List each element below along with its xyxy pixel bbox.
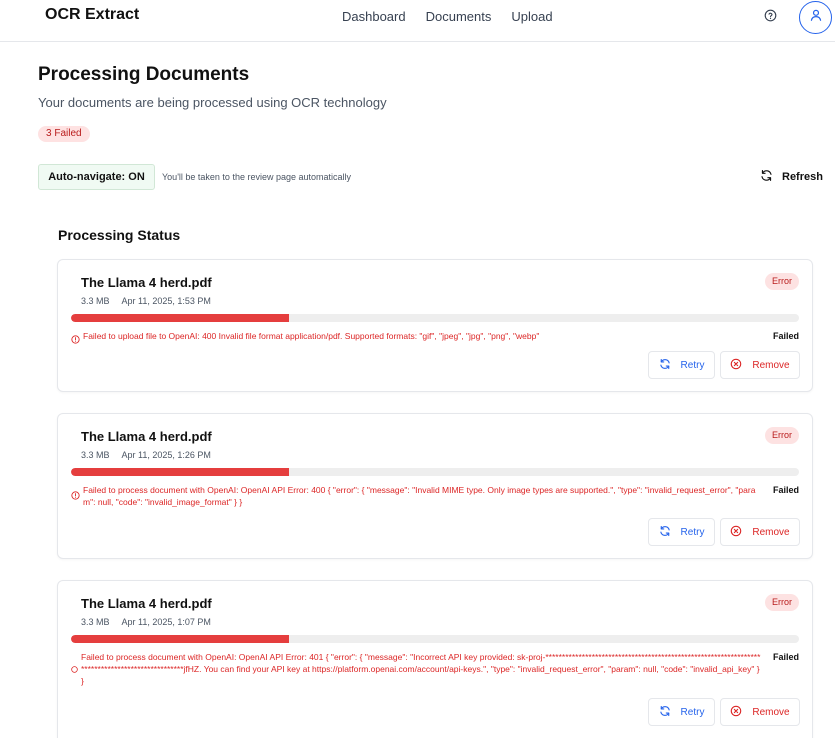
progress-bar	[71, 314, 799, 322]
refresh-label: Refresh	[782, 171, 823, 183]
error-message: Failed to upload file to OpenAI: 400 Inv…	[83, 331, 540, 341]
alert-circle-icon	[71, 331, 80, 349]
user-icon	[809, 8, 823, 27]
retry-label: Retry	[680, 359, 705, 371]
document-name: The Llama 4 herd.pdf	[81, 275, 212, 290]
retry-icon	[659, 358, 671, 373]
document-meta: 3.3 MB Apr 11, 2025, 1:07 PM	[81, 617, 211, 627]
status-label: Failed	[772, 652, 799, 662]
retry-button[interactable]: Retry	[648, 698, 715, 726]
nav-documents[interactable]: Documents	[426, 9, 492, 24]
document-name: The Llama 4 herd.pdf	[81, 596, 212, 611]
error-badge: Error	[765, 427, 799, 444]
remove-x-circle-icon	[730, 358, 742, 373]
progress-fill	[71, 314, 290, 322]
retry-label: Retry	[680, 706, 705, 718]
document-card: The Llama 4 herd.pdf 3.3 MB Apr 11, 2025…	[57, 413, 813, 559]
document-name: The Llama 4 herd.pdf	[81, 429, 212, 444]
document-card: The Llama 4 herd.pdf 3.3 MB Apr 11, 2025…	[57, 580, 813, 738]
error-badge: Error	[765, 594, 799, 611]
document-date: Apr 11, 2025, 1:53 PM	[121, 296, 211, 306]
failed-count-badge: 3 Failed	[38, 126, 90, 142]
document-meta: 3.3 MB Apr 11, 2025, 1:53 PM	[81, 296, 211, 306]
error-message-row: Failed to process document with OpenAI: …	[71, 484, 761, 508]
document-meta: 3.3 MB Apr 11, 2025, 1:26 PM	[81, 450, 211, 460]
remove-label: Remove	[752, 526, 790, 538]
remove-x-circle-icon	[730, 525, 742, 540]
progress-fill	[71, 468, 290, 476]
refresh-icon	[760, 169, 773, 185]
main-nav: Dashboard Documents Upload	[342, 9, 553, 24]
nav-upload[interactable]: Upload	[511, 9, 552, 24]
auto-navigate-note: You'll be taken to the review page autom…	[162, 172, 352, 182]
retry-icon	[659, 705, 671, 720]
document-size: 3.3 MB	[81, 617, 110, 627]
help-icon[interactable]	[764, 9, 777, 22]
progress-bar	[71, 635, 799, 643]
auto-navigate-toggle[interactable]: Auto-navigate: ON	[38, 164, 155, 190]
progress-bar	[71, 468, 799, 476]
page-title: Processing Documents	[38, 64, 250, 85]
remove-label: Remove	[752, 359, 790, 371]
remove-x-circle-icon	[730, 705, 742, 720]
error-badge: Error	[765, 273, 799, 290]
refresh-button[interactable]: Refresh	[760, 169, 823, 185]
document-size: 3.3 MB	[81, 296, 110, 306]
status-label: Failed	[772, 485, 799, 495]
document-date: Apr 11, 2025, 1:26 PM	[121, 450, 211, 460]
top-navbar: OCR Extract Dashboard Documents Upload	[0, 0, 835, 42]
error-message: Failed to process document with OpenAI: …	[83, 485, 756, 507]
document-size: 3.3 MB	[81, 450, 110, 460]
document-date: Apr 11, 2025, 1:07 PM	[121, 617, 211, 627]
app-brand[interactable]: OCR Extract	[45, 6, 139, 24]
nav-dashboard[interactable]: Dashboard	[342, 9, 406, 24]
error-message-row: Failed to upload file to OpenAI: 400 Inv…	[71, 330, 761, 349]
status-label: Failed	[772, 331, 799, 341]
alert-circle-icon	[71, 487, 80, 505]
error-message-row: Failed to process document with OpenAI: …	[71, 651, 761, 687]
retry-button[interactable]: Retry	[648, 351, 715, 379]
error-message: Failed to process document with OpenAI: …	[81, 652, 761, 686]
remove-button[interactable]: Remove	[720, 351, 800, 379]
retry-icon	[659, 525, 671, 540]
remove-label: Remove	[752, 706, 790, 718]
progress-fill	[71, 635, 290, 643]
alert-circle-icon	[71, 660, 78, 678]
retry-button[interactable]: Retry	[648, 518, 715, 546]
user-avatar-button[interactable]	[799, 1, 832, 34]
section-title: Processing Status	[58, 227, 181, 243]
retry-label: Retry	[680, 526, 705, 538]
document-card: The Llama 4 herd.pdf 3.3 MB Apr 11, 2025…	[57, 259, 813, 392]
page-subtitle: Your documents are being processed using…	[38, 95, 387, 110]
remove-button[interactable]: Remove	[720, 698, 800, 726]
remove-button[interactable]: Remove	[720, 518, 800, 546]
